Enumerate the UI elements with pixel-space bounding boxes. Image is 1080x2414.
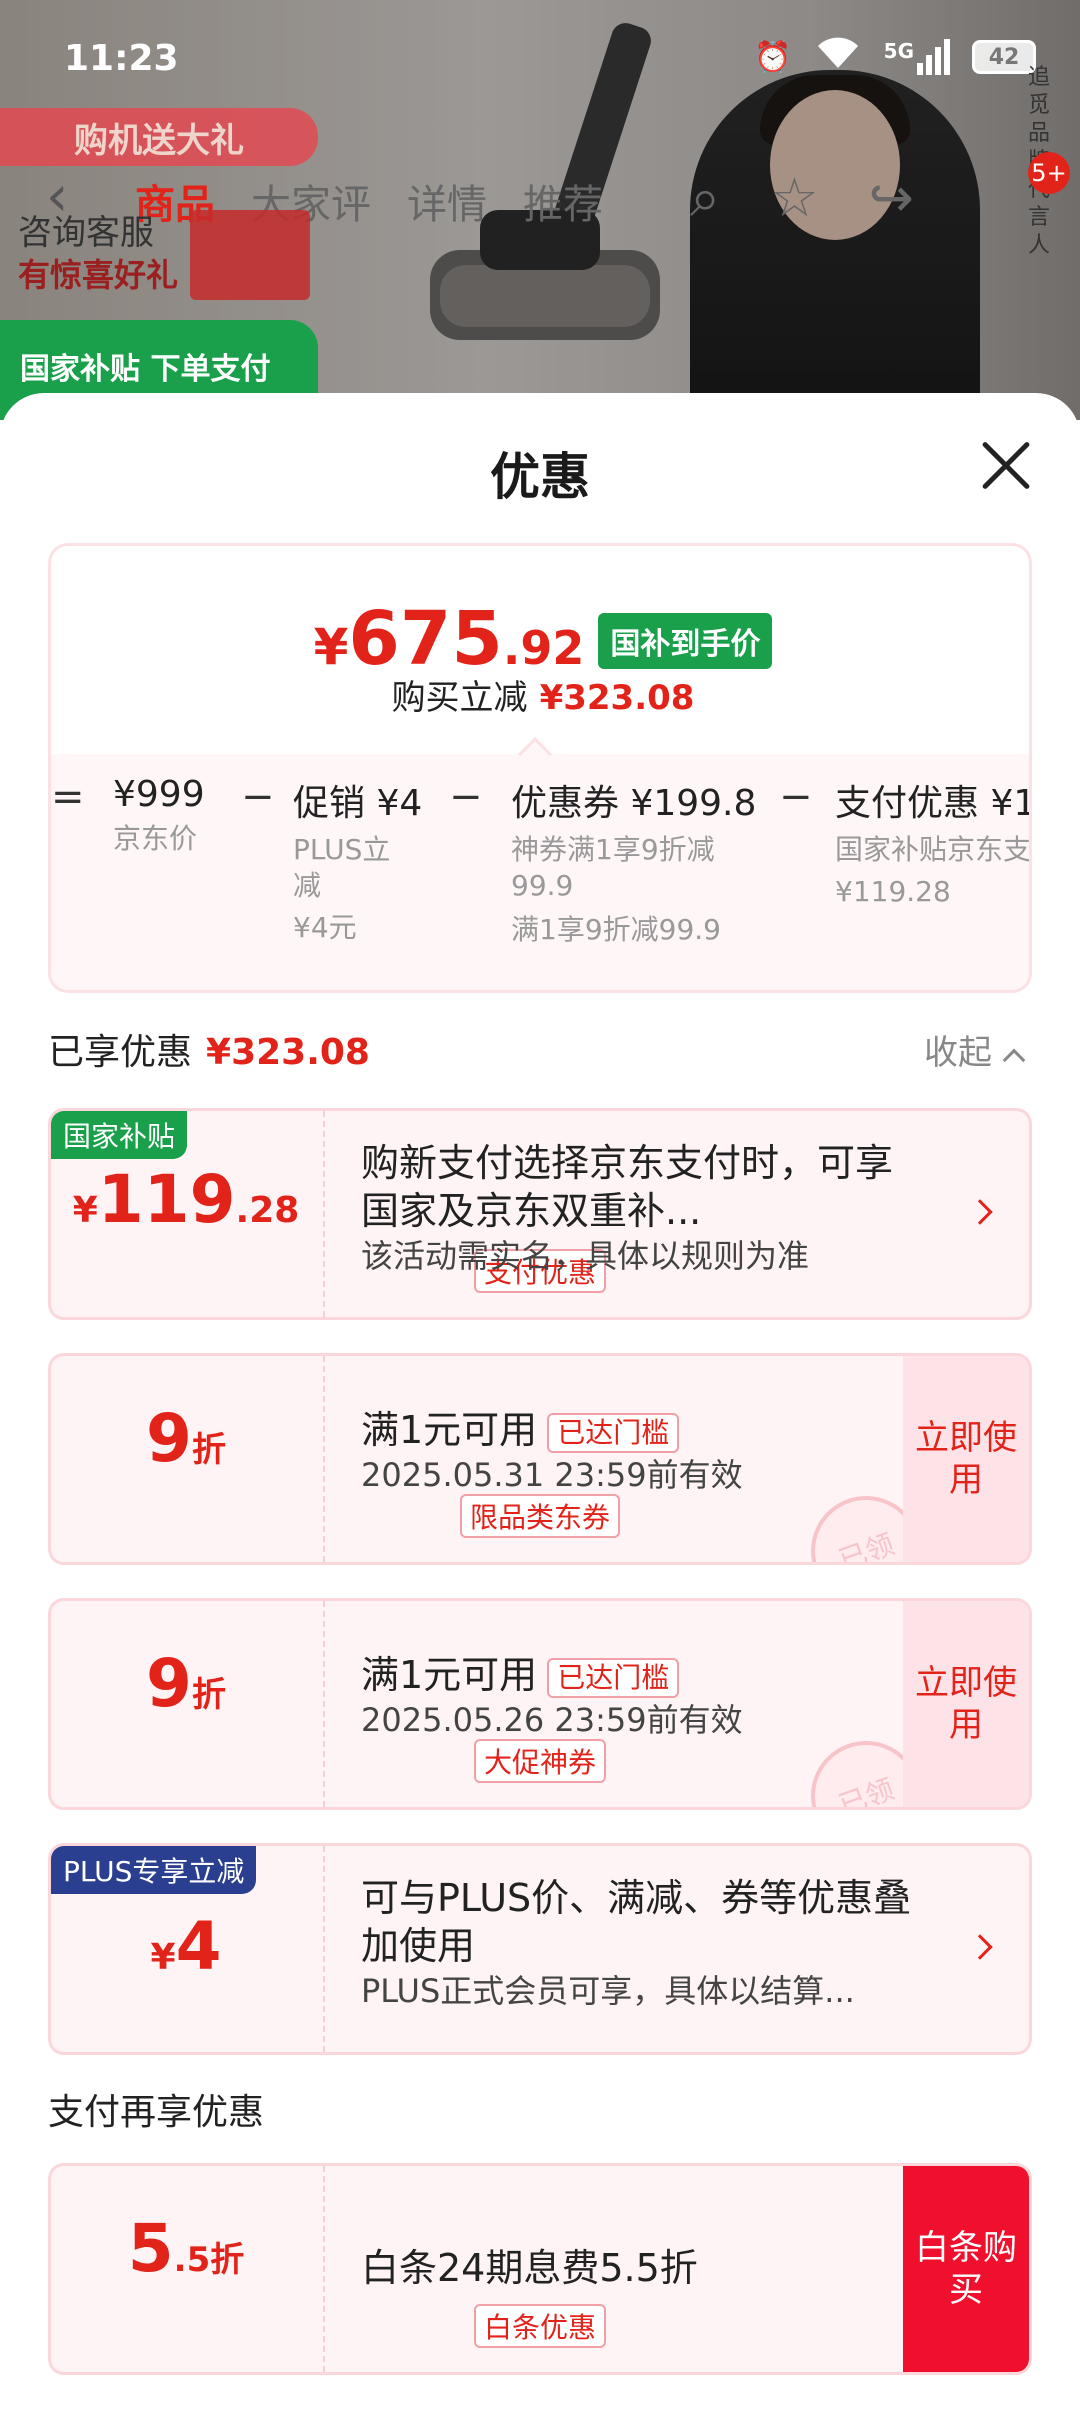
gift-text: 有惊喜好礼 — [18, 256, 179, 294]
plus-corner-tag: PLUS专享立减 — [51, 1846, 257, 1894]
coupon-type-label: 限品类东券 — [459, 1494, 621, 1538]
breakdown-sub: 国家补贴京东支付 — [835, 833, 1032, 866]
breakdown-sub: 京东价 — [113, 822, 198, 855]
breakdown-item: ¥999 京东价 — [113, 774, 205, 857]
coupon-amount: 9折 — [51, 1645, 321, 1722]
price-tag: 国补到手价 — [598, 613, 773, 669]
breakdown-sub: 神券满1享9折减99.9 — [511, 833, 715, 902]
breakdown-title: 支付优惠 ¥119.28 — [835, 783, 1029, 824]
coupon-amount: 9折 — [51, 1400, 321, 1477]
status-bar: 11:23 ⏰ 5G 42 — [0, 0, 1080, 120]
amount-integer: 9 — [146, 1400, 192, 1477]
breakdown-sub: PLUS立减 — [293, 833, 391, 902]
network-type: 5G — [883, 39, 914, 63]
product-nav: ‹ 商品 大家评 详情 推荐 ⌕ ☆ ↪ — [0, 160, 1080, 240]
coupon-amount: ¥119.28 — [51, 1161, 321, 1238]
search-icon[interactable]: ⌕ — [690, 166, 720, 230]
baitiao-card[interactable]: 5.5折 白条优惠 白条24期息费5.5折 白条购买 — [48, 2163, 1032, 2375]
coupon-type-label: 白条优惠 — [473, 2304, 607, 2348]
amount-decimal: .28 — [235, 1190, 300, 1231]
threshold-badge: 已达门槛 — [547, 1657, 680, 1698]
breakdown-title: ¥999 — [113, 774, 205, 815]
battery-icon: 42 — [972, 40, 1036, 74]
price-breakdown-box: ¥ 675 .92 国补到手价 购买立减 ¥323.08 = ¥999 京东价 −… — [48, 543, 1032, 993]
amount-decimal: .5 — [173, 2240, 211, 2280]
coupon-expiry: 2025.05.31 23:59前有效 — [361, 1456, 743, 1494]
breakdown-title: 促销 ¥4 — [293, 783, 423, 824]
collapse-label: 收起 — [924, 1033, 992, 1073]
summary-label: 已享优惠 — [48, 1032, 193, 1073]
coupon-condition: 满1元可用 — [361, 1653, 538, 1697]
amount-integer: 5 — [127, 2210, 174, 2287]
threshold-badge: 已达门槛 — [547, 1412, 680, 1453]
chevron-right-icon[interactable] — [967, 1199, 993, 1225]
plus-discount-card[interactable]: PLUS专享立减 ¥4 可与PLUS价、满减、券等优惠叠加使用 PLUS正式会员… — [48, 1843, 1032, 2055]
card-note: PLUS正式会员可享，具体以结算... — [361, 1972, 855, 2010]
breakdown-row: = ¥999 京东价 − 促销 ¥4 PLUS立减 ¥4元 − 优惠券 ¥199… — [51, 774, 1032, 974]
sheet-title: 优惠 — [490, 448, 590, 506]
reduce-label: 购买立减 — [391, 678, 528, 718]
summary-value: ¥323.08 — [206, 1032, 370, 1073]
minus-op: − — [241, 774, 275, 820]
currency-symbol: ¥ — [313, 618, 349, 676]
discount-sheet: 优惠 ¥ 675 .92 国补到手价 购买立减 ¥323.08 = ¥999 京东… — [0, 393, 1080, 2414]
amount-unit: 折 — [191, 1675, 226, 1715]
reduce-value: ¥323.08 — [539, 678, 695, 718]
gift-box-icon — [190, 210, 310, 300]
coupon-condition: 满1元可用 — [361, 1408, 538, 1452]
wifi-icon — [814, 36, 862, 78]
coupon-amount: ¥4 — [51, 1908, 321, 1985]
breakdown-title: 优惠券 ¥199.8 — [511, 783, 757, 824]
promo-banner[interactable]: 购机送大礼 — [0, 108, 318, 166]
signal-icon: 5G — [884, 39, 950, 75]
clock: 11:23 — [64, 38, 179, 79]
coupon-card[interactable]: 9折 大促神券 满1元可用 已达门槛 2025.05.26 23:59前有效 已领… — [48, 1598, 1032, 1810]
applied-discount-summary: 已享优惠 ¥323.08 — [48, 1023, 370, 1075]
card-note: 该活动需实名，具体以规则为准 — [361, 1237, 810, 1275]
breakdown-sub2: 满1享9折减99.9 — [511, 913, 721, 946]
price-decimal: .92 — [502, 621, 585, 675]
pay-section-title: 支付再享优惠 — [48, 2092, 265, 2133]
collapse-button[interactable]: 收起 — [924, 1025, 1026, 1074]
breakdown-sub2: ¥4元 — [293, 911, 357, 944]
close-icon[interactable] — [978, 437, 1034, 493]
use-now-button[interactable]: 立即使用 — [903, 1356, 1029, 1562]
coupon-expiry: 2025.05.26 23:59前有效 — [361, 1701, 743, 1739]
amount-currency: ¥ — [150, 1937, 176, 1978]
amount-integer: 119 — [97, 1161, 236, 1238]
share-icon[interactable]: ↪ — [869, 166, 914, 230]
minus-op: − — [779, 774, 813, 820]
star-icon[interactable]: ☆ — [770, 166, 818, 230]
amount-currency: ¥ — [72, 1190, 98, 1231]
baitiao-buy-button[interactable]: 白条购买 — [903, 2166, 1029, 2372]
baitiao-description: 白条24期息费5.5折 — [361, 2246, 698, 2290]
amount-unit: 折 — [191, 1430, 226, 1470]
amount-integer: 4 — [175, 1908, 222, 1985]
customer-service-link[interactable]: 咨询客服 — [18, 205, 154, 254]
equals-op: = — [51, 774, 85, 820]
minus-op: − — [449, 774, 483, 820]
coupon-type-label: 大促神券 — [473, 1739, 607, 1783]
alarm-icon: ⏰ — [754, 39, 792, 75]
amount-unit: 折 — [210, 2240, 245, 2280]
coupon-card[interactable]: 9折 限品类东券 满1元可用 已达门槛 2025.05.31 23:59前有效 已… — [48, 1353, 1032, 1565]
breakdown-item: 促销 ¥4 PLUS立减 ¥4元 — [293, 774, 423, 946]
card-description: 可与PLUS价、满减、券等优惠叠加使用 — [361, 1876, 912, 1968]
subsidy-corner-tag: 国家补贴 — [51, 1111, 188, 1159]
amount-integer: 9 — [146, 1645, 192, 1722]
tab-recommend[interactable]: 推荐 — [523, 172, 603, 230]
use-now-button[interactable]: 立即使用 — [903, 1601, 1029, 1807]
subsidy-card[interactable]: 国家补贴 ¥119.28 支付优惠 购新支付选择京东支付时，可享国家及京东双重补… — [48, 1108, 1032, 1320]
breakdown-item: 优惠券 ¥199.8 神券满1享9折减99.9 满1享9折减99.9 — [511, 774, 757, 948]
chevron-up-icon — [1002, 1048, 1026, 1072]
coupon-amount: 5.5折 — [51, 2210, 321, 2287]
reduce-line: 购买立减 ¥323.08 — [51, 670, 1029, 719]
tab-details[interactable]: 详情 — [407, 172, 487, 230]
chevron-right-icon[interactable] — [967, 1934, 993, 1960]
breakdown-sub2: ¥119.28 — [835, 875, 951, 908]
breakdown-item: 支付优惠 ¥119.28 国家补贴京东支付 ¥119.28 — [835, 774, 1032, 910]
card-description: 购新支付选择京东支付时，可享国家及京东双重补... — [361, 1141, 894, 1233]
notification-badge: 5+ — [1028, 152, 1070, 194]
